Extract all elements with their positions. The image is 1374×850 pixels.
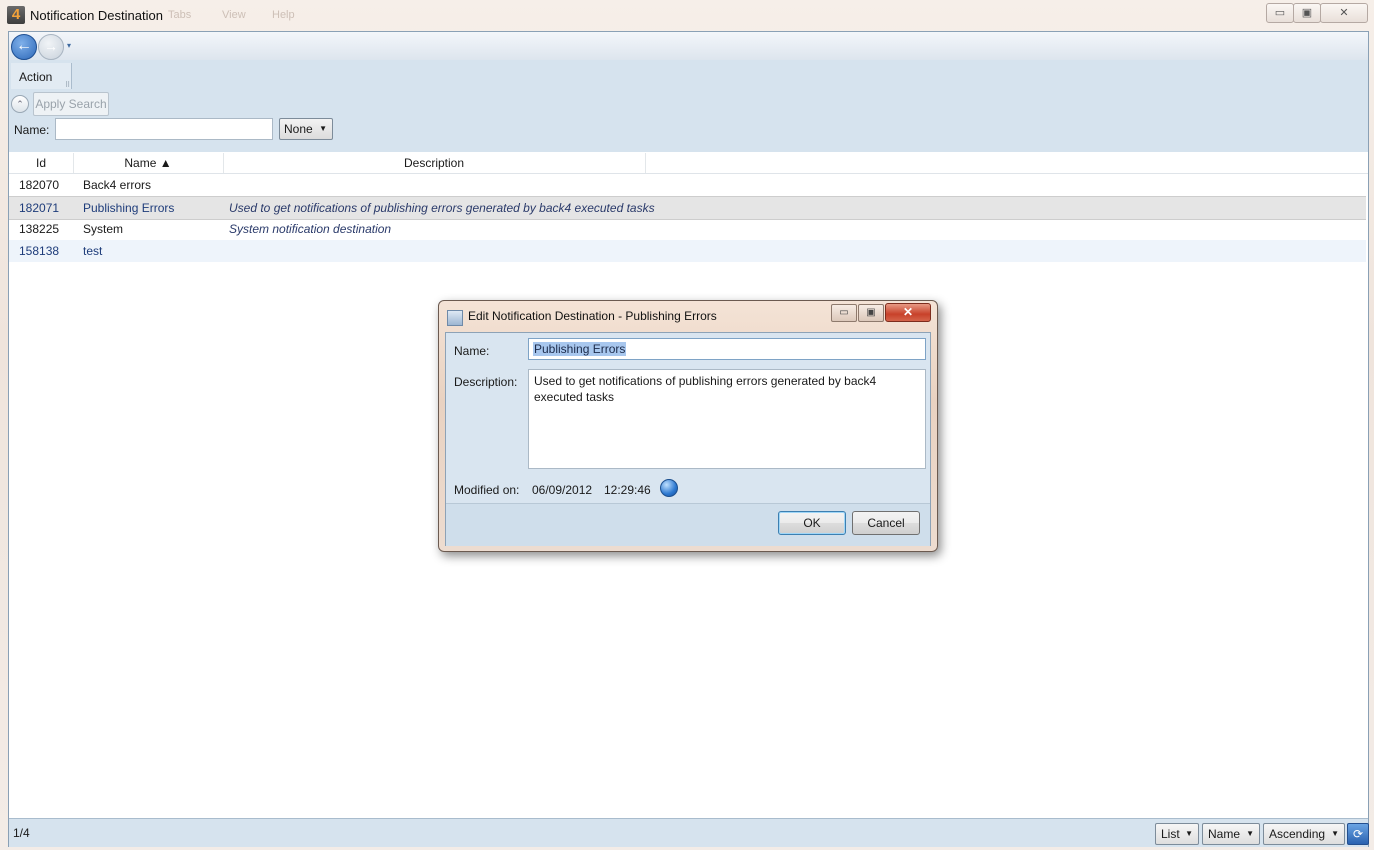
edit-dialog: Edit Notification Destination - Publishi… — [438, 300, 938, 552]
back-button[interactable]: ← — [11, 34, 37, 60]
dialog-maximize-button[interactable]: ▣ — [858, 304, 884, 322]
dialog-minimize-button[interactable]: ▭ — [831, 304, 857, 322]
sort-order-value: Ascending — [1269, 827, 1326, 841]
chevron-down-icon: ▼ — [1331, 829, 1339, 838]
cancel-button[interactable]: Cancel — [852, 511, 920, 535]
action-tab-label: Action — [19, 70, 53, 84]
grid-header: Id Name ▲ Description — [9, 153, 1368, 174]
row-name: Publishing Errors — [83, 201, 175, 215]
chevron-down-icon: ▼ — [1185, 829, 1193, 838]
row-description: System notification destination — [229, 222, 392, 236]
dialog-title: Edit Notification Destination - Publishi… — [468, 309, 717, 323]
dialog-name-value: Publishing Errors — [533, 342, 627, 356]
record-count: 1/4 — [13, 826, 30, 840]
modified-on-label: Modified on: — [454, 483, 520, 497]
close-button[interactable]: ✕ — [1320, 3, 1368, 23]
modified-time: 12:29:46 — [604, 483, 651, 497]
table-row[interactable]: 158138 test — [9, 240, 1366, 262]
table-row[interactable]: 138225 System System notification destin… — [9, 218, 1366, 240]
grip-icon: ⠿ — [65, 82, 71, 89]
dialog-footer: OK Cancel — [446, 503, 930, 546]
refresh-button[interactable]: ⟳ — [1347, 823, 1369, 845]
dialog-body: Name: Publishing Errors Description: Use… — [445, 332, 931, 546]
ok-button[interactable]: OK — [778, 511, 846, 535]
dialog-description-textarea[interactable]: Used to get notifications of publishing … — [528, 369, 926, 469]
row-name: test — [83, 244, 103, 258]
row-id: 182071 — [19, 201, 60, 215]
column-header-id[interactable]: Id — [9, 153, 74, 173]
filter-select-value: None — [284, 122, 313, 136]
sort-field-value: Name — [1208, 827, 1241, 841]
dialog-description-value: Used to get notifications of publishing … — [534, 374, 877, 404]
table-row-selected[interactable]: 182071 Publishing Errors Used to get not… — [9, 196, 1366, 220]
column-header-name[interactable]: Name ▲ — [73, 153, 224, 173]
dialog-close-button[interactable]: ✕ — [885, 303, 931, 322]
menu-view[interactable]: View — [222, 9, 246, 21]
row-description: Used to get notifications of publishing … — [229, 201, 655, 215]
globe-icon[interactable] — [660, 479, 678, 497]
menu-help[interactable]: Help — [272, 9, 295, 21]
title-bar: 4 Notification Destination Tabs View Hel… — [0, 0, 1374, 30]
view-mode-select[interactable]: List ▼ — [1155, 823, 1199, 845]
window-title: Notification Destination — [30, 8, 163, 23]
row-id: 138225 — [19, 222, 60, 236]
chevron-down-icon: ▼ — [319, 124, 327, 133]
app-icon: 4 — [7, 6, 25, 24]
history-dropdown-icon[interactable]: ▾ — [67, 41, 71, 50]
action-tab[interactable]: Action ⠿ — [11, 63, 72, 89]
minimize-button[interactable]: ▭ — [1266, 3, 1294, 23]
dialog-description-label: Description: — [454, 375, 518, 389]
chevron-down-icon: ▼ — [1246, 829, 1254, 838]
row-id: 182070 — [19, 178, 60, 192]
view-mode-value: List — [1161, 827, 1180, 841]
navigation-bar: ← → ▾ — [9, 32, 1368, 60]
sort-field-select[interactable]: Name ▼ — [1202, 823, 1260, 845]
collapse-icon[interactable]: ⌃ — [11, 95, 29, 113]
status-bar: 1/4 List ▼ Name ▼ Ascending ▼ ⟳ — [9, 818, 1369, 847]
name-search-input[interactable] — [55, 118, 273, 140]
dialog-name-input[interactable]: Publishing Errors — [528, 338, 926, 360]
row-name: Back4 errors — [83, 178, 152, 192]
name-filter-select[interactable]: None ▼ — [279, 118, 333, 140]
row-id: 158138 — [19, 244, 60, 258]
row-name: System — [83, 222, 124, 236]
maximize-button[interactable]: ▣ — [1293, 3, 1321, 23]
apply-search-button[interactable]: Apply Search — [33, 92, 109, 116]
modified-date: 06/09/2012 — [532, 483, 593, 497]
search-panel: Action ⠿ ⌃ Apply Search Name: None ▼ — [9, 60, 1368, 152]
table-row[interactable]: 182070 Back4 errors — [9, 174, 1366, 196]
forward-button[interactable]: → — [38, 34, 64, 60]
column-header-description[interactable]: Description — [223, 153, 646, 173]
name-filter-label: Name: — [14, 123, 50, 137]
dialog-name-label: Name: — [454, 344, 490, 358]
sort-order-select[interactable]: Ascending ▼ — [1263, 823, 1345, 845]
dialog-window-icon — [447, 310, 463, 326]
menu-tabs[interactable]: Tabs — [168, 9, 191, 21]
